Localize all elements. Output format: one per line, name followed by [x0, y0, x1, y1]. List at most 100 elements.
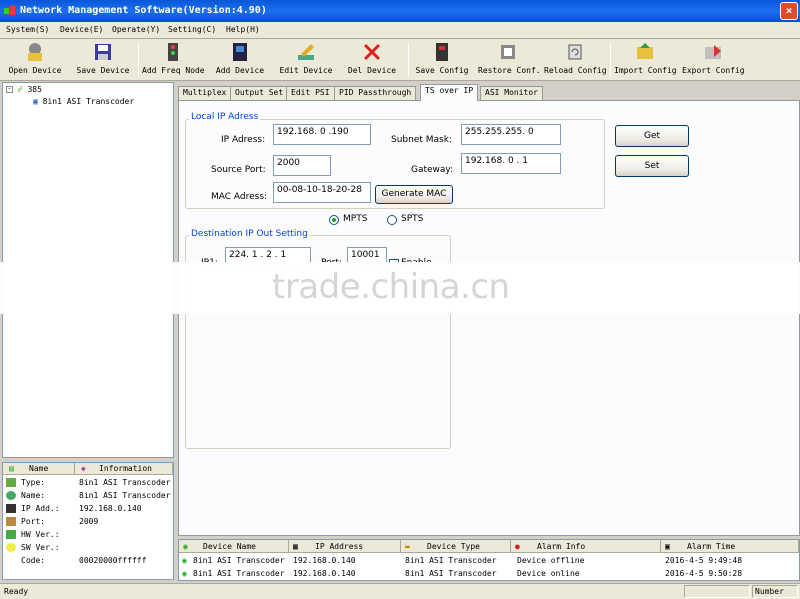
floppy-disk-icon [95, 44, 111, 60]
add-device-button[interactable]: Add Device [212, 41, 268, 79]
tab-multiplex[interactable]: Multiplex [178, 86, 232, 100]
alarm-info-header-icon: ● [515, 542, 520, 551]
alarm-table: ◉ Device Name ▦ IP Address ▬ Device Type ● A… [178, 539, 800, 581]
device-info-panel: ▤ Name ◆ Information Type: 8in1 ASI Trans… [2, 462, 174, 580]
subnet-mask-label: Subnet Mask: [391, 135, 452, 145]
device-icon: ▣ [33, 97, 38, 106]
close-button[interactable]: × [780, 2, 798, 20]
tree-item-device[interactable]: ▣ 8in1 ASI Transcoder [33, 97, 134, 106]
mpts-label: MPTS [343, 214, 368, 224]
alarm-header-alarm-time[interactable]: ▣ Alarm Time [661, 540, 799, 553]
toolbar-separator [408, 43, 409, 77]
set-button[interactable]: Set [615, 155, 689, 177]
tab-edit-psi[interactable]: Edit PSI [286, 86, 335, 100]
alarm-header-alarm-info[interactable]: ● Alarm Info [511, 540, 661, 553]
reload-icon [568, 44, 582, 60]
save-config-icon [436, 43, 448, 61]
add-device-icon [233, 43, 247, 61]
lightbulb-icon [6, 543, 16, 552]
restore-icon [501, 45, 515, 59]
export-icon [705, 45, 721, 59]
source-port-label: Source Port: [211, 165, 266, 175]
toolbar-separator [138, 43, 139, 77]
menu-help[interactable]: Help(H) [226, 25, 260, 34]
menu-system[interactable]: System(S) [6, 25, 49, 34]
export-config-button[interactable]: Export Config [682, 41, 745, 79]
alarm-row[interactable]: ◉ 8in1 ASI Transcoder 192.168.0.140 8in1… [179, 567, 799, 580]
folder-open-icon [28, 43, 42, 61]
tab-output-set[interactable]: Output Set [230, 86, 289, 100]
info-header-information[interactable]: ◆ Information [75, 463, 173, 475]
info-row-type: Type: 8in1 ASI Transcoder [3, 476, 173, 489]
edit-device-button[interactable]: Edit Device [278, 41, 334, 79]
menu-setting[interactable]: Setting(C) [168, 25, 216, 34]
menu-device[interactable]: Device(E) [60, 25, 103, 34]
gateway-label: Gateway: [411, 165, 454, 175]
ip-address-label: IP Adress: [221, 135, 266, 145]
open-device-button[interactable]: Open Device [6, 41, 64, 79]
add-freq-node-button[interactable]: Add Freq Node [142, 41, 205, 79]
subnet-mask-field[interactable]: 255.255.255. 0 [461, 124, 561, 145]
hw-version-icon [6, 530, 16, 539]
title-bar: Network Management Software(Version:4.90… [0, 0, 800, 22]
information-header-icon: ◆ [81, 464, 86, 473]
import-config-button[interactable]: Import Config [614, 41, 677, 79]
spts-radio[interactable] [387, 215, 397, 225]
import-folder-icon [637, 43, 653, 59]
menu-bar: System(S) Device(E) Operate(Y) Setting(C… [0, 22, 800, 39]
tab-ts-over-ip[interactable]: TS over IP [420, 84, 479, 101]
del-device-button[interactable]: Del Device [344, 41, 400, 79]
restore-conf-button[interactable]: Restore Conf. [478, 41, 541, 79]
save-config-button[interactable]: Save Config [414, 41, 470, 79]
reload-config-button[interactable]: Reload Config [544, 41, 607, 79]
alarm-header-device-name[interactable]: ◉ Device Name [179, 540, 289, 553]
name-icon [6, 491, 16, 500]
clock-icon: ▣ [665, 542, 670, 551]
info-row-sw-ver: SW Ver.: [3, 541, 173, 554]
ip-address-field[interactable]: 192.168. 0 .190 [273, 124, 371, 145]
device-name-header-icon: ◉ [183, 542, 188, 551]
alarm-header-device-type[interactable]: ▬ Device Type [401, 540, 511, 553]
info-row-name: Name: 8in1 ASI Transcoder [3, 489, 173, 502]
tab-asi-monitor[interactable]: ASI Monitor [480, 86, 543, 100]
save-device-button[interactable]: Save Device [74, 41, 132, 79]
spts-label: SPTS [401, 214, 424, 224]
status-text: Ready [4, 587, 29, 596]
info-row-port: Port: 2009 [3, 515, 173, 528]
mac-address-label: MAC Adress: [211, 192, 268, 202]
port-icon [6, 517, 16, 526]
name-header-icon: ▤ [9, 464, 14, 473]
get-button[interactable]: Get [615, 125, 689, 147]
toolbar: Open Device Save Device Add Freq Node Ad… [0, 39, 800, 81]
local-ip-group-label: Local IP Adress [189, 112, 261, 122]
mpts-radio[interactable] [329, 215, 339, 225]
row-status-icon: ◉ [182, 569, 187, 578]
edit-icon [298, 44, 314, 60]
delete-x-icon [363, 43, 381, 61]
toolbar-separator [610, 43, 611, 77]
info-header-name[interactable]: ▤ Name [3, 463, 75, 475]
info-row-ip: IP Add.: 192.168.0.140 [3, 502, 173, 515]
alarm-header-ip[interactable]: ▦ IP Address [289, 540, 401, 553]
network-icon: ☍ [17, 85, 23, 94]
alarm-row[interactable]: ◉ 8in1 ASI Transcoder 192.168.0.140 8in1… [179, 554, 799, 567]
info-row-code: Code: 00020000ffffff [21, 556, 147, 565]
tab-pid-passthrough[interactable]: PID Passthrough [334, 86, 417, 100]
device-type-header-icon: ▬ [405, 542, 410, 551]
source-port-field[interactable]: 2000 [273, 155, 331, 176]
gateway-field[interactable]: 192.168. 0 . 1 [461, 153, 561, 174]
ip-icon [6, 504, 16, 513]
add-node-icon [168, 43, 178, 61]
watermark: trade.china.cn [272, 267, 510, 307]
collapse-icon[interactable]: - [6, 86, 13, 93]
generate-mac-button[interactable]: Generate MAC [375, 185, 453, 204]
tree-root[interactable]: - ☍ 385 [6, 85, 42, 94]
info-row-hw-ver: HW Ver.: [3, 528, 173, 541]
row-status-icon: ◉ [182, 556, 187, 565]
status-bar: Ready Number [0, 583, 800, 599]
mac-address-field[interactable]: 00-08-10-18-20-28 [273, 182, 371, 203]
menu-operate[interactable]: Operate(Y) [112, 25, 160, 34]
ts-over-ip-panel: Local IP Adress IP Adress: 192.168. 0 .1… [178, 100, 800, 536]
window-title: Network Management Software(Version:4.90… [20, 5, 267, 16]
app-icon [4, 6, 15, 15]
